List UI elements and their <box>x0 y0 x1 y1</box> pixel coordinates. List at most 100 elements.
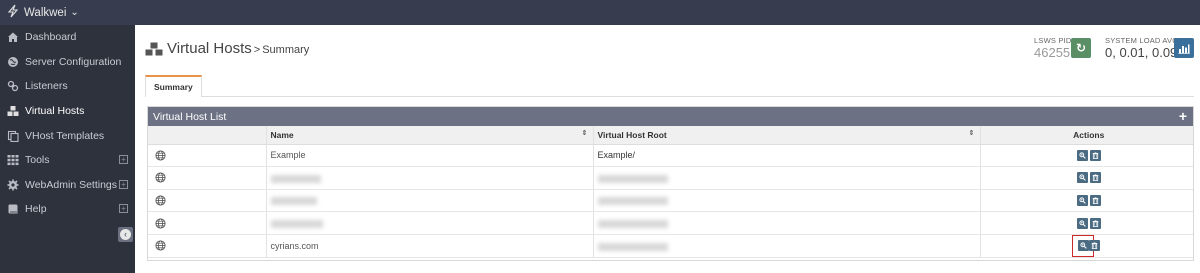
redacted-name <box>270 219 323 228</box>
page-title: Virtual Hosts > Summary <box>145 40 309 57</box>
sidebar-item-label: Tools <box>25 154 50 167</box>
sidebar-collapse-button[interactable]: ‹ <box>118 227 133 242</box>
system-load: SYSTEM LOAD AVG 0, 0.01, 0.09 <box>1105 36 1178 60</box>
cubes-icon <box>145 42 163 55</box>
redacted-root <box>597 242 668 251</box>
table-row[interactable] <box>148 189 1193 213</box>
sidebar-item-label: Dashboard <box>25 31 77 44</box>
sidebar-item-help[interactable]: Help + <box>0 197 135 222</box>
view-button[interactable] <box>1076 172 1088 184</box>
top-bar: Walkwei ⌄ <box>0 0 1200 25</box>
add-virtual-host-button[interactable]: + <box>1179 108 1187 124</box>
template-icon <box>6 129 19 142</box>
sidebar-item-tools[interactable]: Tools + <box>0 148 135 173</box>
cubes-icon <box>6 105 19 118</box>
chevron-down-icon: ⌄ <box>70 7 79 18</box>
refresh-icon: ↻ <box>1075 41 1087 55</box>
vhost-root-cell <box>593 211 981 235</box>
sort-icon[interactable]: ⇕ <box>582 129 588 137</box>
trash-icon <box>1092 152 1099 159</box>
vhost-root-cell <box>593 234 981 258</box>
table-row[interactable] <box>148 166 1193 190</box>
lsws-pid-label: LSWS PID <box>1034 36 1072 45</box>
sidebar: Dashboard Server Configuration Listeners… <box>0 25 135 273</box>
delete-button[interactable] <box>1089 240 1101 252</box>
trash-icon <box>1092 174 1099 182</box>
view-button[interactable] <box>1077 240 1089 252</box>
panel-header: Virtual Host List + <box>148 107 1193 126</box>
redacted-root <box>597 174 668 183</box>
sidebar-item-label: Virtual Hosts <box>25 105 85 118</box>
tab-summary[interactable]: Summary <box>145 75 202 97</box>
trash-icon <box>1091 242 1098 250</box>
vhost-name-cell[interactable]: Example <box>266 144 594 168</box>
real-time-stats-button[interactable] <box>1174 38 1194 58</box>
system-load-label: SYSTEM LOAD AVG <box>1105 36 1179 45</box>
vhost-name-cell[interactable]: cyrians.com <box>266 234 594 258</box>
panel-title: Virtual Host List <box>153 110 227 123</box>
sidebar-item-label: Server Configuration <box>25 55 122 68</box>
expand-icon[interactable]: + <box>119 204 128 214</box>
table-header-row: Name ⇕ Virtual Host Root ⇕ Actions <box>148 126 1193 145</box>
redacted-root <box>597 197 668 206</box>
vhost-name-cell[interactable] <box>266 166 594 190</box>
delete-button[interactable] <box>1089 217 1101 229</box>
bolt-icon <box>6 4 20 21</box>
lsws-pid-value: 46255 <box>1034 45 1071 60</box>
sidebar-item-virtual-hosts[interactable]: Virtual Hosts <box>0 99 135 124</box>
tab-bar: Summary <box>145 75 1194 97</box>
bar-chart-icon <box>1178 44 1190 54</box>
zoom-in-icon <box>1079 174 1086 182</box>
sidebar-item-listeners[interactable]: Listeners <box>0 74 135 99</box>
vhost-name-cell[interactable] <box>266 189 594 213</box>
brand-name: Walkwei <box>24 6 67 19</box>
virtual-host-list-panel: Virtual Host List + Name ⇕ Virtual Host … <box>147 106 1194 261</box>
vhost-root-cell <box>593 166 981 190</box>
globe-icon <box>6 55 19 68</box>
sidebar-item-label: VHost Templates <box>25 129 105 142</box>
reload-button[interactable]: ↻ <box>1071 38 1091 58</box>
delete-button[interactable] <box>1089 149 1101 161</box>
view-button[interactable] <box>1076 149 1088 161</box>
sidebar-item-server-configuration[interactable]: Server Configuration <box>0 50 135 75</box>
actions-cell <box>980 211 1193 235</box>
zoom-in-icon <box>1079 152 1086 159</box>
brand-menu[interactable]: Walkwei ⌄ <box>6 4 79 21</box>
redacted-name <box>270 174 321 183</box>
expand-icon[interactable]: + <box>119 154 128 164</box>
actions-cell <box>980 166 1193 190</box>
globe-icon <box>148 189 267 213</box>
actions-cell <box>980 189 1193 213</box>
sidebar-item-label: WebAdmin Settings <box>25 178 118 191</box>
virtual-host-table: Name ⇕ Virtual Host Root ⇕ Actions Examp… <box>148 126 1193 258</box>
table-row[interactable]: cyrians.com <box>148 234 1193 258</box>
sidebar-item-vhost-templates[interactable]: VHost Templates <box>0 123 135 148</box>
delete-button[interactable] <box>1089 172 1101 184</box>
view-button[interactable] <box>1076 217 1088 229</box>
column-header-icon <box>148 126 267 145</box>
sidebar-item-webadmin-settings[interactable]: WebAdmin Settings + <box>0 173 135 198</box>
sidebar-item-dashboard[interactable]: Dashboard <box>0 25 135 50</box>
page-subtitle: Summary <box>262 44 310 56</box>
redacted-name <box>270 197 317 206</box>
table-row[interactable] <box>148 211 1193 235</box>
delete-button[interactable] <box>1089 195 1101 207</box>
view-button[interactable] <box>1076 195 1088 207</box>
lsws-pid: LSWS PID 46255 <box>1034 36 1071 60</box>
table-row[interactable]: Example Example/ <box>148 144 1193 168</box>
actions-cell <box>980 234 1193 258</box>
expand-icon[interactable]: + <box>119 179 128 189</box>
column-header-root[interactable]: Virtual Host Root ⇕ <box>593 126 981 145</box>
system-load-value: 0, 0.01, 0.09 <box>1105 45 1178 60</box>
redacted-root <box>597 219 668 228</box>
sidebar-item-label: Help <box>25 203 47 216</box>
vhost-root-cell <box>593 189 981 213</box>
vhost-root: Example/ <box>597 150 636 161</box>
globe-icon <box>148 144 267 168</box>
column-header-name[interactable]: Name ⇕ <box>266 126 594 145</box>
trash-icon <box>1092 220 1099 227</box>
sort-icon[interactable]: ⇕ <box>969 129 975 137</box>
page-title-text: Virtual Hosts <box>167 40 252 57</box>
vhost-name-cell[interactable] <box>266 211 594 235</box>
gear-icon <box>6 178 19 191</box>
